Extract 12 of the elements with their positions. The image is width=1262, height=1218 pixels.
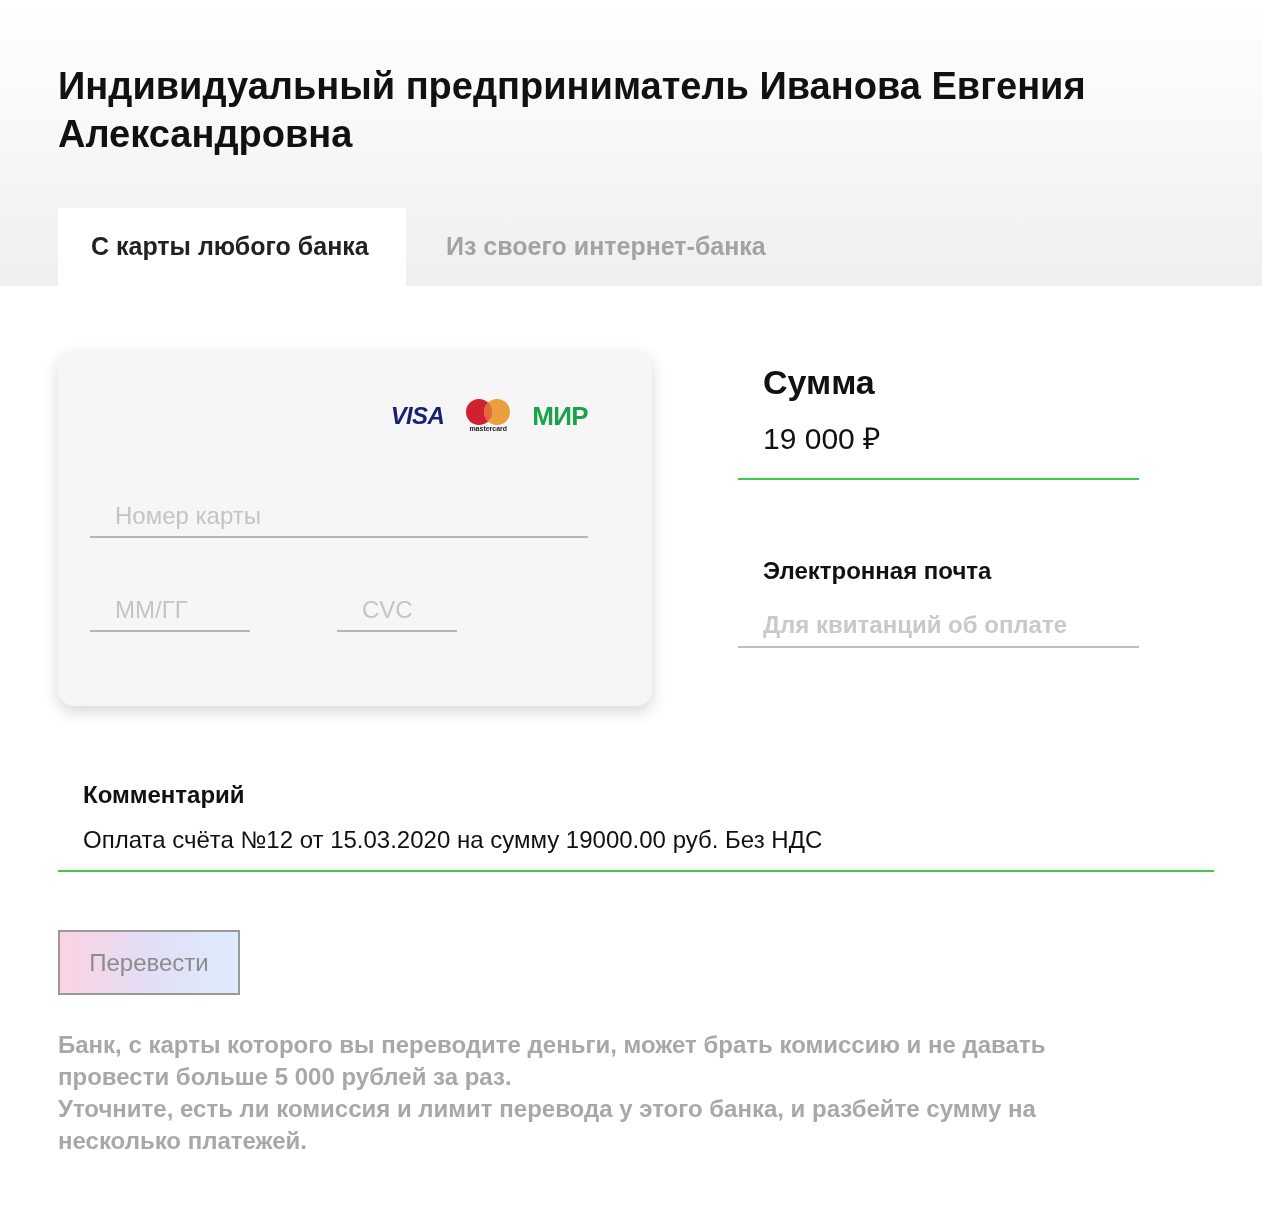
overlapping-circles-icon bbox=[466, 399, 511, 425]
tab[interactable]: С карты любого банка bbox=[58, 208, 406, 286]
visa-logo: VISA bbox=[390, 404, 445, 428]
mir-logo: МИР bbox=[532, 403, 588, 429]
comment-field[interactable]: Оплата счёта №12 от 15.03.2020 на сумму 19000.00 руб. Без НДС bbox=[58, 820, 1214, 872]
comment-label: Комментарий bbox=[82, 780, 246, 810]
page-title: Индивидуальный предприниматель Иванова Евгения Александровна bbox=[58, 64, 1087, 157]
amount-field[interactable]: 19 000 ₽ bbox=[738, 408, 1139, 480]
info-note: Уточните, есть ли комиссия и лимит перевода у этого банка, и разбейте сумму на несколько платежей. bbox=[58, 1094, 1037, 1156]
email-label: Электронная почта bbox=[762, 556, 993, 586]
info-note: Банк, с карты которого вы переводите деньги, может брать комиссию и не давать провести больше 5 000 рублей за раз. bbox=[58, 1030, 1047, 1092]
amount-label: Сумма bbox=[762, 362, 876, 402]
